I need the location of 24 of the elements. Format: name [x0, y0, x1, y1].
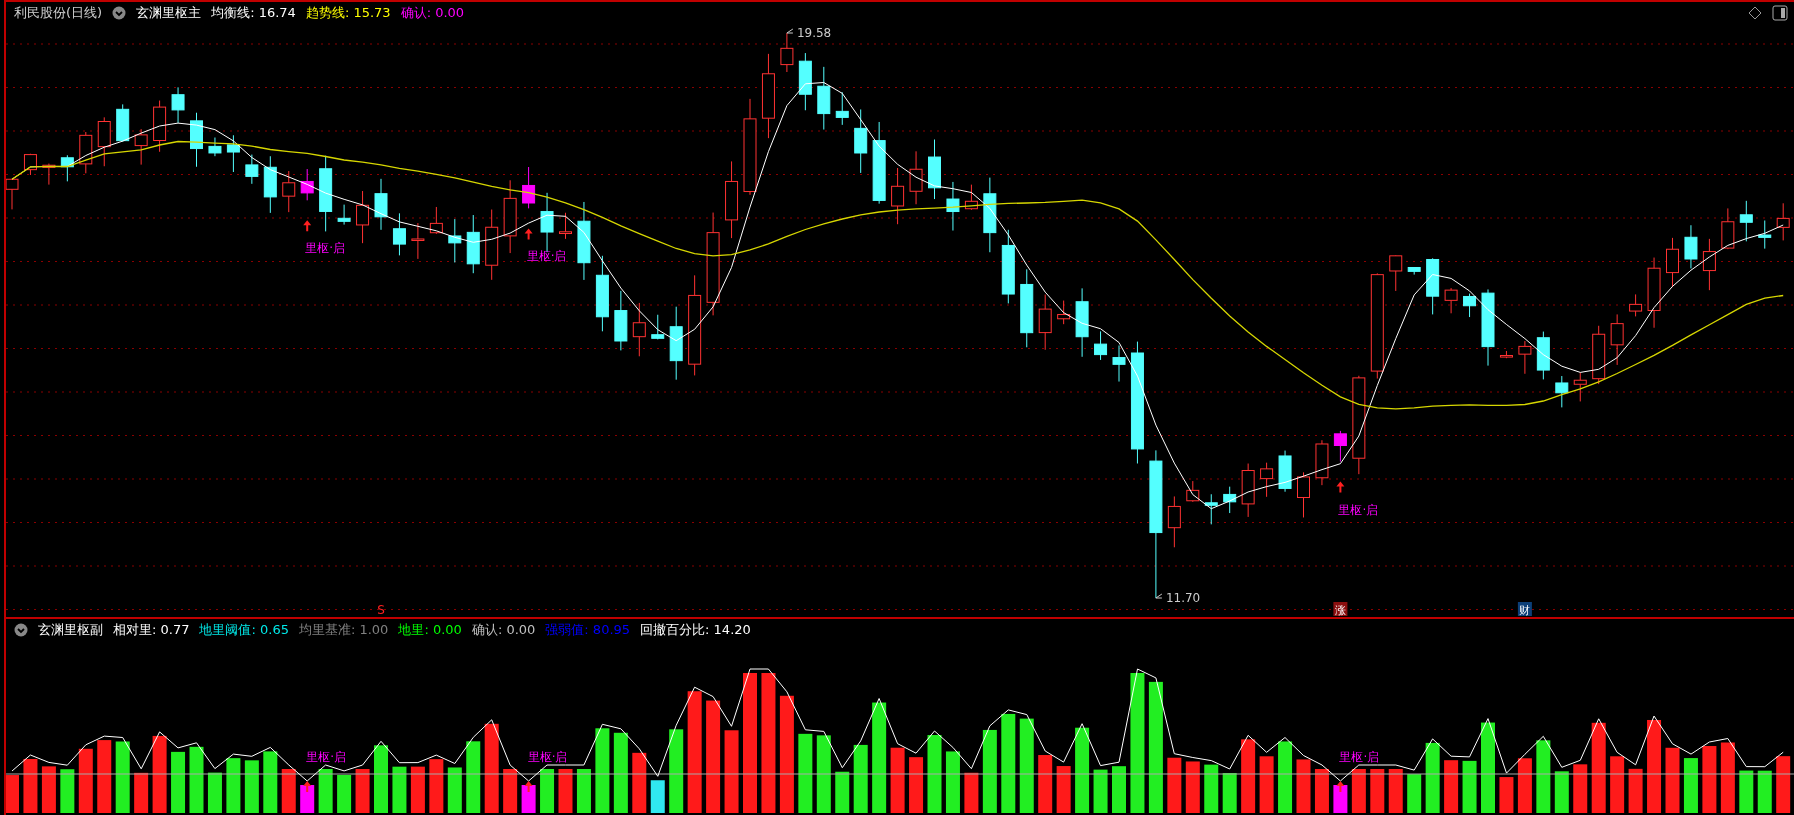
signal-letter: S [377, 603, 385, 617]
indicator-name: 玄渊里枢副 [38, 621, 103, 639]
signal-label: 里枢·启 [305, 241, 346, 256]
indicator-reading: 确认: 0.00 [400, 4, 465, 22]
indicator-name: 玄渊里枢主 [136, 4, 202, 22]
indicator-reading: 地里: 0.00 [398, 621, 462, 639]
low-price-label: 11.70 [1165, 591, 1201, 605]
indicator-reading: 均衡线: 16.74 [211, 4, 296, 22]
indicator-reading: 相对里: 0.77 [113, 621, 190, 639]
badge-label: 财 [1519, 604, 1531, 617]
badge-label: 涨 [1334, 604, 1346, 617]
signal-label: 里枢·启 [527, 750, 568, 764]
indicator-reading: 均里基准: 1.00 [298, 621, 389, 639]
indicator-reading: 回撤百分比: 14.20 [640, 621, 751, 639]
signal-label: 里枢·启 [306, 750, 347, 764]
indicator-reading: 强弱值: 80.95 [545, 621, 631, 639]
indicator-reading: 趋势线: 15.73 [305, 4, 391, 22]
signal-label: 里枢·启 [1339, 750, 1380, 764]
signal-label: 里枢·启 [1338, 502, 1379, 517]
high-price-label: 19.58 [796, 26, 832, 40]
signal-label: 里枢·启 [526, 249, 567, 264]
indicator-reading: 确认: 0.00 [471, 621, 536, 639]
stock-title: 利民股份(日线) [14, 4, 103, 22]
indicator-reading: 地里阈值: 0.65 [199, 621, 289, 639]
